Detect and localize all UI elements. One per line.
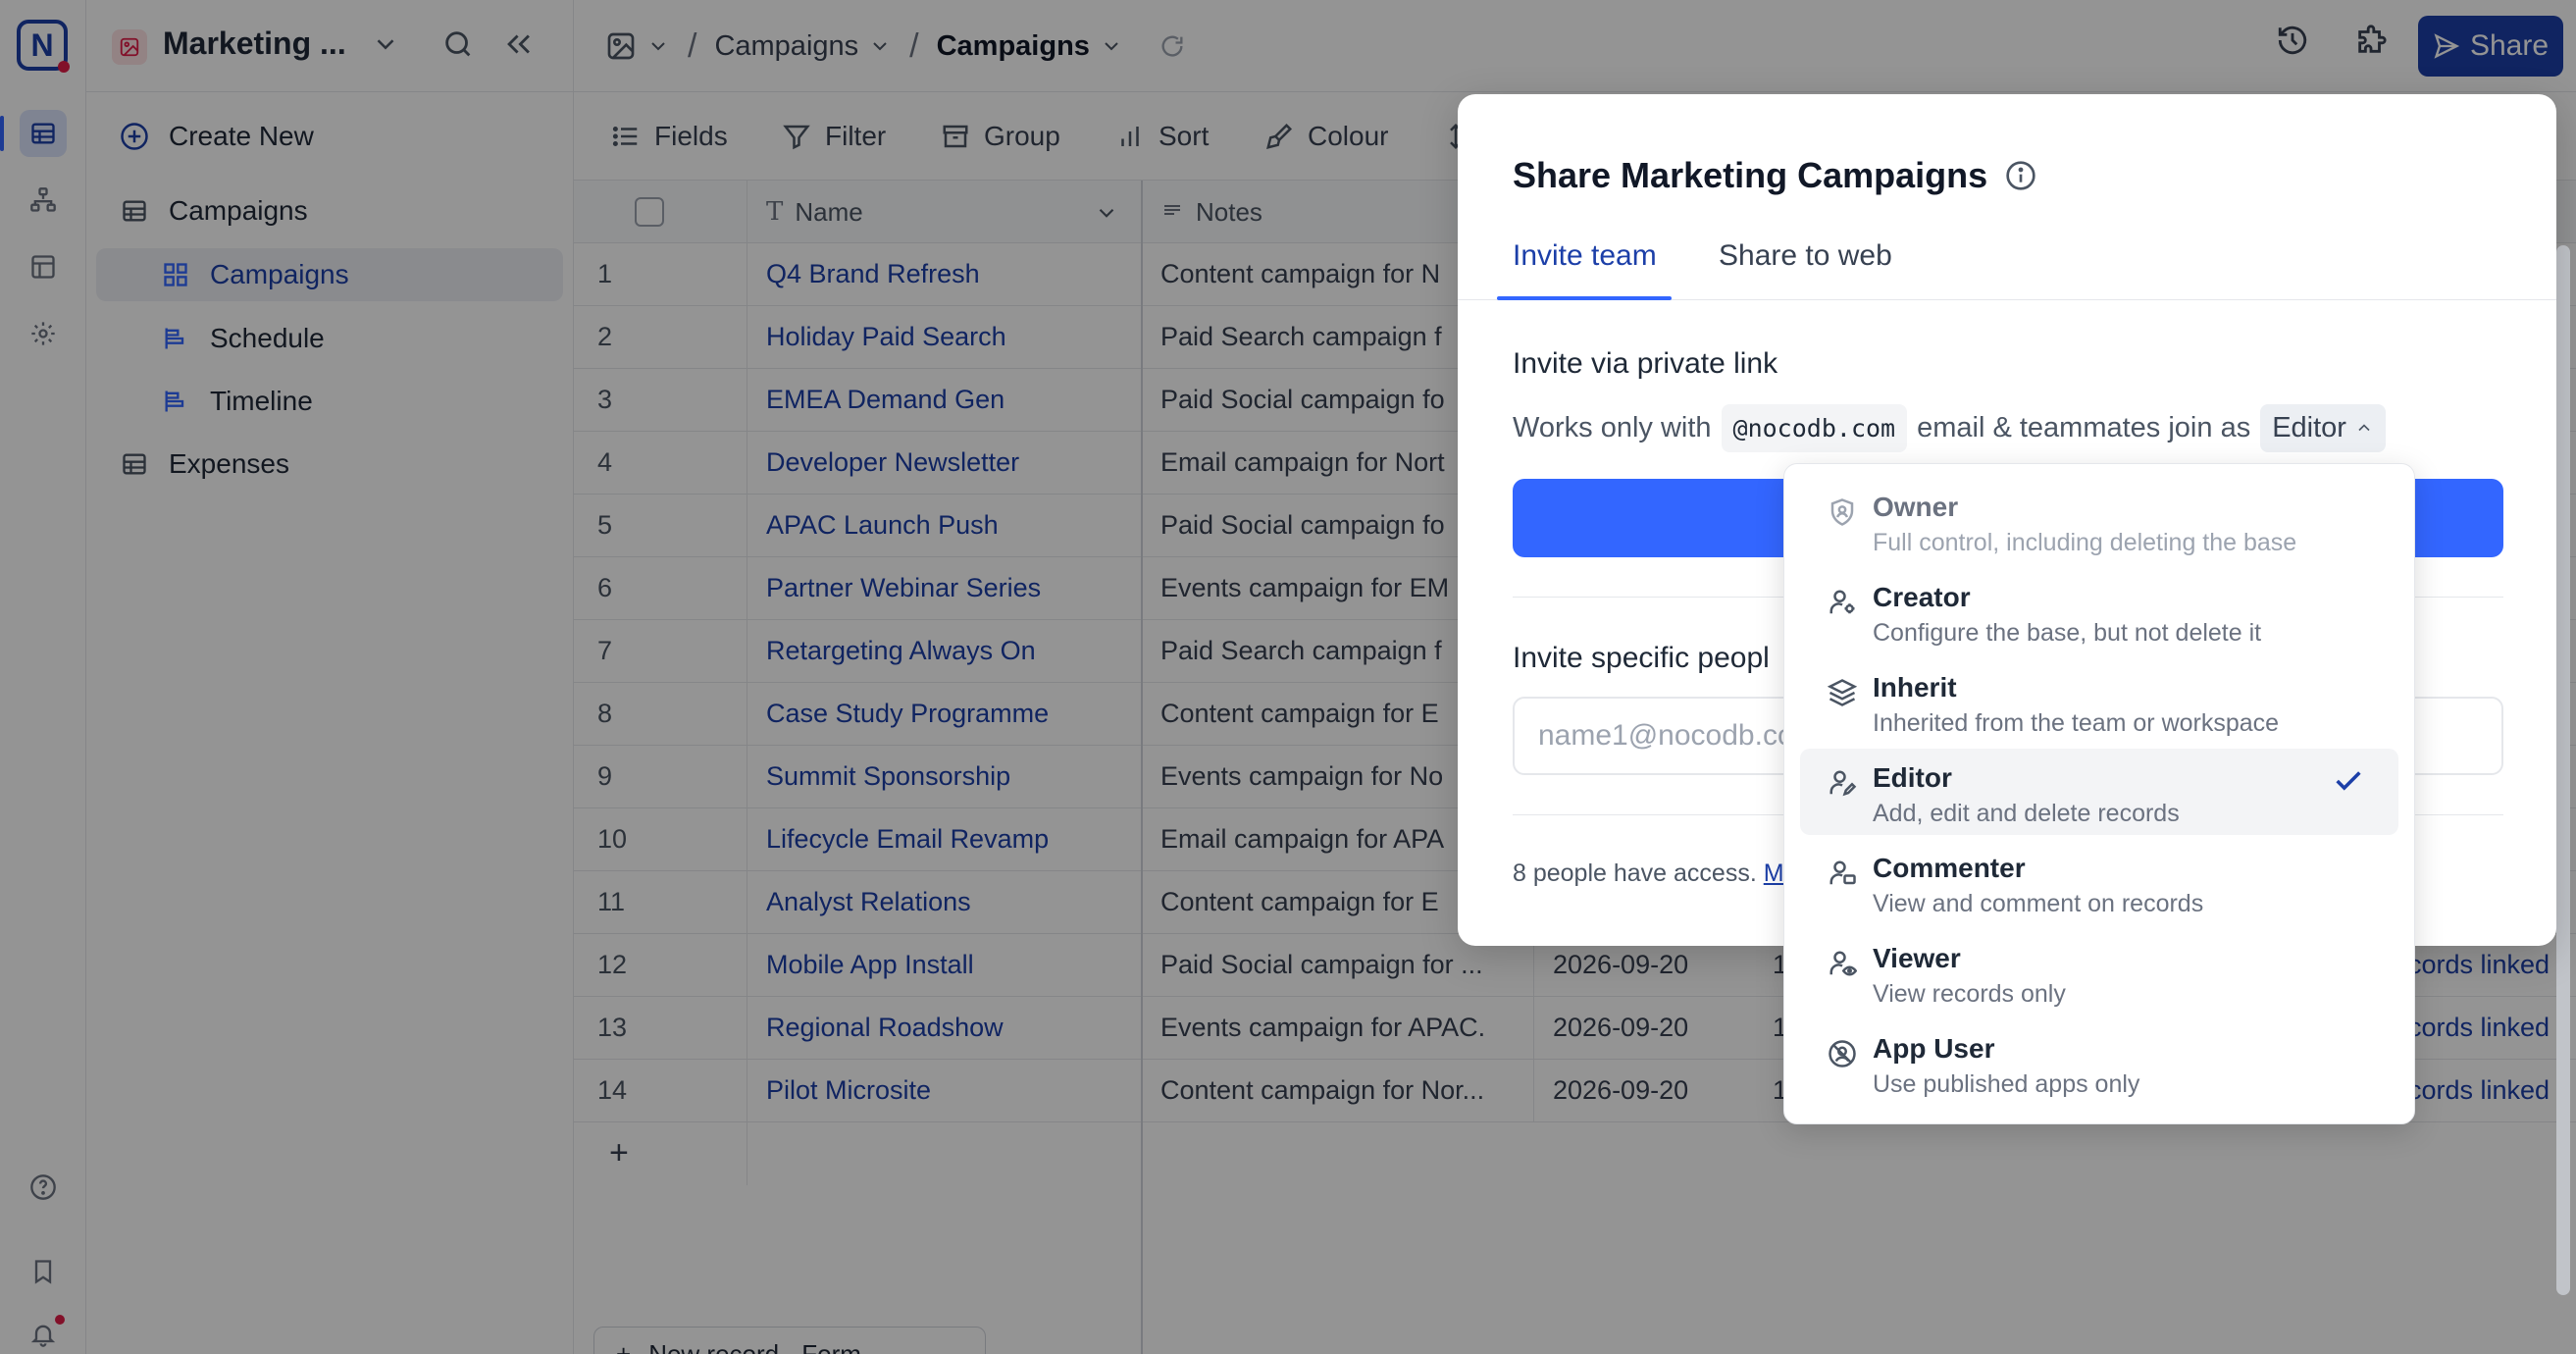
role-option-desc: Full control, including deleting the bas…	[1873, 529, 2297, 556]
role-option-label: Viewer	[1873, 943, 1961, 973]
role-select[interactable]: Editor	[2260, 403, 2386, 452]
role-option-owner: Owner Full control, including deleting t…	[1800, 478, 2398, 564]
user-comment-icon	[1829, 860, 1856, 885]
access-count-text: 8 people have access.	[1513, 859, 1757, 887]
role-option-desc: View and comment on records	[1873, 890, 2204, 917]
modal-title-text: Share Marketing Campaigns	[1513, 155, 1988, 195]
user-eye-icon	[1829, 951, 1857, 976]
manage-access-link[interactable]: M	[1764, 859, 1784, 887]
role-option-label: Creator	[1873, 582, 1971, 612]
private-link-description: Works only with @nocodb.com email & team…	[1513, 402, 2386, 453]
page-scrollbar[interactable]	[2556, 245, 2570, 1295]
access-summary: 8 people have access. M	[1513, 859, 1784, 888]
user-gear-icon	[1829, 590, 1855, 614]
check-icon	[2336, 771, 2361, 791]
role-option-label: App User	[1873, 1033, 1995, 1064]
role-select-value: Editor	[2272, 411, 2346, 443]
active-tab-indicator	[1497, 296, 1672, 300]
info-icon[interactable]	[2005, 160, 2036, 191]
role-option-label: Inherit	[1873, 672, 1957, 703]
tab-invite-team[interactable]: Invite team	[1513, 239, 1657, 273]
no-user-icon	[1829, 1040, 1856, 1068]
role-option-label: Editor	[1873, 762, 1952, 793]
specific-people-heading: Invite specific peopl	[1513, 642, 1770, 674]
role-option-creator[interactable]: Creator Configure the base, but not dele…	[1800, 568, 2398, 654]
shield-user-icon	[1830, 498, 1854, 526]
role-dropdown-menu: Owner Full control, including deleting t…	[1783, 463, 2415, 1124]
tab-share-to-web[interactable]: Share to web	[1719, 239, 1892, 273]
role-option-app-user[interactable]: App User Use published apps only	[1800, 1019, 2398, 1106]
chevron-up-icon	[2358, 424, 2370, 432]
role-option-desc: Configure the base, but not delete it	[1873, 619, 2262, 647]
role-option-desc: Inherited from the team or workspace	[1873, 709, 2280, 737]
layers-icon	[1828, 679, 1857, 706]
role-option-editor[interactable]: Editor Add, edit and delete records	[1800, 749, 2398, 835]
role-option-viewer[interactable]: Viewer View records only	[1800, 929, 2398, 1016]
role-option-label: Commenter	[1873, 853, 2026, 883]
role-option-label: Owner	[1873, 492, 1959, 522]
role-option-desc: Add, edit and delete records	[1873, 800, 2180, 827]
user-edit-icon	[1829, 770, 1857, 797]
join-as-text: email & teammates join as	[1917, 411, 2251, 443]
role-option-desc: View records only	[1873, 980, 2066, 1008]
private-link-heading: Invite via private link	[1513, 347, 1778, 380]
modal-title: Share Marketing Campaigns	[1513, 155, 2036, 196]
role-option-inherit[interactable]: Inherit Inherited from the team or works…	[1800, 658, 2398, 745]
domain-chip: @nocodb.com	[1721, 403, 1908, 452]
role-option-commenter[interactable]: Commenter View and comment on records	[1800, 839, 2398, 925]
role-option-desc: Use published apps only	[1873, 1070, 2140, 1098]
share-tabs: Invite team Share to web	[1458, 222, 2556, 300]
works-only-with-text: Works only with	[1513, 411, 1712, 443]
